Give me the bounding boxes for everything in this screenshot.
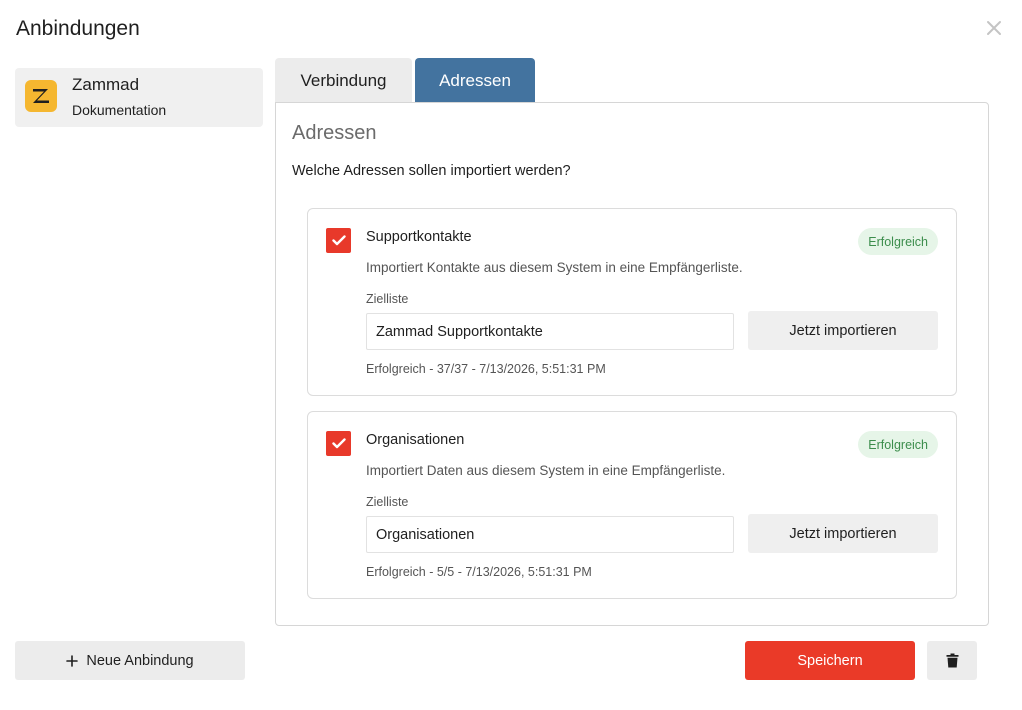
save-button[interactable]: Speichern (745, 641, 915, 680)
integrations-dialog: Anbindungen Zammad Dokumentation Verbind… (0, 0, 1022, 710)
import-card-organisationen: Organisationen Erfolgreich Importiert Da… (307, 411, 957, 599)
organisationen-checkbox[interactable] (326, 431, 351, 456)
close-button[interactable] (984, 18, 1004, 38)
close-icon (987, 21, 1001, 35)
import-card-supportkontakte: Supportkontakte Erfolgreich Importiert K… (307, 208, 957, 396)
target-list-label: Zielliste (366, 495, 409, 509)
status-badge: Erfolgreich (858, 431, 938, 458)
last-import-result: Erfolgreich - 37/37 - 7/13/2026, 5:51:31… (366, 362, 606, 376)
zammad-logo-icon (25, 80, 57, 112)
last-import-result: Erfolgreich - 5/5 - 7/13/2026, 5:51:31 P… (366, 565, 592, 579)
integrations-sidebar: Zammad Dokumentation (15, 68, 263, 127)
checkmark-icon (331, 235, 346, 246)
card-description: Importiert Kontakte aus diesem System in… (366, 260, 743, 275)
import-now-button[interactable]: Jetzt importieren (748, 514, 938, 553)
target-list-input[interactable] (366, 516, 734, 553)
tab-bar: Verbindung Adressen (275, 58, 535, 103)
target-list-input[interactable] (366, 313, 734, 350)
delete-button[interactable] (927, 641, 977, 680)
supportkontakte-checkbox[interactable] (326, 228, 351, 253)
target-list-label: Zielliste (366, 292, 409, 306)
card-description: Importiert Daten aus diesem System in ei… (366, 463, 726, 478)
dialog-title: Anbindungen (16, 17, 140, 40)
card-title: Organisationen (366, 432, 465, 448)
plus-icon (66, 654, 79, 667)
tab-adressen[interactable]: Adressen (415, 58, 535, 103)
tab-verbindung[interactable]: Verbindung (275, 58, 412, 103)
new-integration-label: Neue Anbindung (86, 652, 194, 669)
checkmark-icon (331, 438, 346, 449)
panel-heading: Adressen (292, 122, 377, 144)
sidebar-item-zammad[interactable]: Zammad Dokumentation (15, 68, 263, 127)
trash-icon (946, 653, 958, 668)
addresses-panel: Adressen Welche Adressen sollen importie… (275, 102, 989, 626)
import-now-button[interactable]: Jetzt importieren (748, 311, 938, 350)
panel-question: Welche Adressen sollen importiert werden… (292, 163, 571, 179)
status-badge: Erfolgreich (858, 228, 938, 255)
new-integration-button[interactable]: Neue Anbindung (15, 641, 245, 680)
sidebar-item-name: Zammad (72, 75, 140, 94)
sidebar-item-subtitle: Dokumentation (72, 102, 167, 118)
card-title: Supportkontakte (366, 229, 472, 245)
